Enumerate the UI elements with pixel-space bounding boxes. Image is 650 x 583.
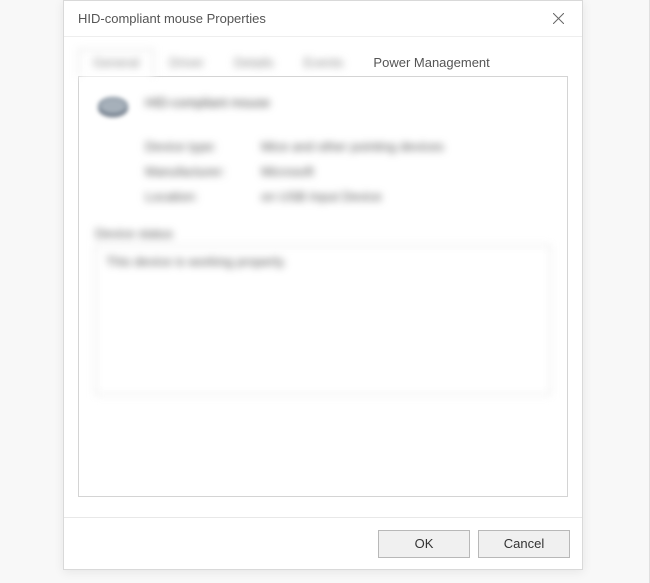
tab-strip: General Driver Details Events Power Mana…	[78, 49, 568, 77]
device-status-section: Device status This device is working pro…	[89, 226, 557, 395]
device-status-label: Device status	[95, 226, 557, 241]
device-name: HID-compliant mouse	[145, 93, 270, 110]
properties-dialog: HID-compliant mouse Properties General D…	[63, 0, 583, 570]
info-value-manufacturer: Microsoft	[261, 164, 557, 179]
dialog-title: HID-compliant mouse Properties	[78, 11, 266, 26]
cancel-button[interactable]: Cancel	[478, 530, 570, 558]
info-label-manufacturer: Manufacturer:	[145, 164, 255, 179]
device-info: Device type: Mice and other pointing dev…	[145, 139, 557, 204]
tab-events[interactable]: Events	[289, 49, 359, 77]
mouse-icon	[95, 95, 131, 119]
tab-details[interactable]: Details	[219, 49, 289, 77]
info-value-type: Mice and other pointing devices	[261, 139, 557, 154]
tab-panel-general: HID-compliant mouse Device type: Mice an…	[78, 77, 568, 497]
button-bar: OK Cancel	[64, 517, 582, 569]
titlebar: HID-compliant mouse Properties	[64, 1, 582, 37]
tab-driver[interactable]: Driver	[154, 49, 219, 77]
close-button[interactable]	[544, 5, 572, 33]
device-header: HID-compliant mouse	[89, 93, 557, 119]
ok-button[interactable]: OK	[378, 530, 470, 558]
info-label-location: Location:	[145, 189, 255, 204]
tab-general[interactable]: General	[78, 49, 154, 77]
close-icon	[553, 13, 564, 24]
info-value-location: on USB Input Device	[261, 189, 557, 204]
device-status-text: This device is working properly.	[95, 245, 551, 395]
info-label-type: Device type:	[145, 139, 255, 154]
dialog-content: General Driver Details Events Power Mana…	[64, 37, 582, 517]
tab-power-management[interactable]: Power Management	[358, 49, 504, 77]
